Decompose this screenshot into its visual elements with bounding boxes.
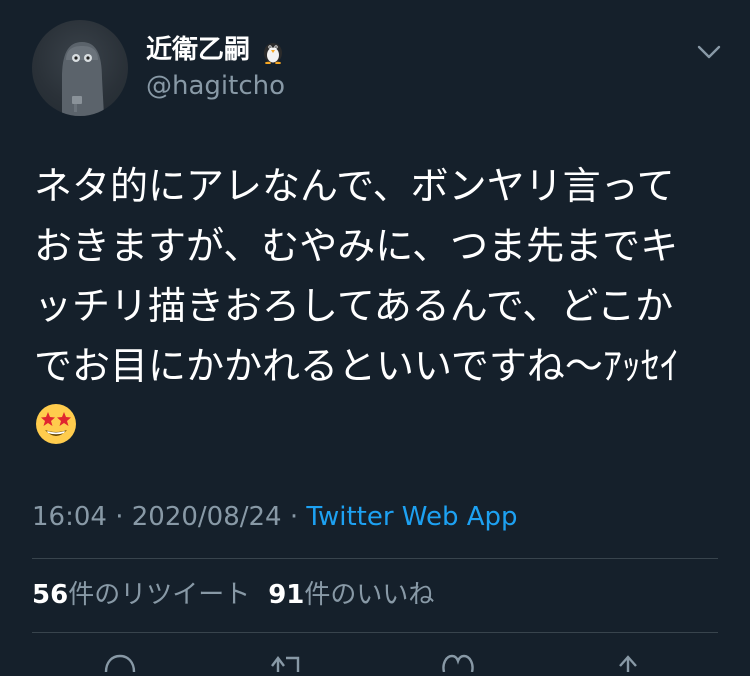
- retweets-count: 56: [32, 580, 69, 610]
- likes-count: 91: [268, 580, 305, 610]
- likes-stat[interactable]: 91件のいいね: [268, 580, 434, 610]
- divider: [32, 558, 718, 559]
- tweet-text-line: おきますが、むやみに、つま先までキ: [34, 224, 679, 268]
- meta-separator: ·: [106, 502, 132, 532]
- tweet-stats: 56件のリツイート 91件のいいね: [32, 578, 434, 612]
- retweet-icon[interactable]: [268, 652, 308, 672]
- tweet-metadata: 16:04 · 2020/08/24 · Twitter Web App: [32, 500, 518, 534]
- tweet-text-line: ッチリ描きおろしてあるんで、どこか: [34, 284, 674, 328]
- tweet-time[interactable]: 16:04: [32, 502, 107, 532]
- tweet-date[interactable]: 2020/08/24: [132, 502, 282, 532]
- likes-label: 件のいいね: [304, 580, 435, 610]
- tweet-actions-bar: [0, 652, 750, 673]
- retweets-stat[interactable]: 56件のリツイート: [32, 580, 250, 610]
- tweet-text: ネタ的にアレなんで、ボンヤリ言って おきますが、むやみに、つま先までキ ッチリ描…: [34, 156, 724, 396]
- tweet-source-link[interactable]: Twitter Web App: [306, 502, 517, 532]
- like-icon[interactable]: [438, 652, 478, 673]
- chevron-down-icon[interactable]: [694, 40, 724, 64]
- tweet-detail: 近衛乙嗣 @hagitcho ネタ的にアレなんで、ボンヤリ言って おきますが、む…: [0, 0, 750, 673]
- star-struck-icon: [34, 402, 78, 446]
- avatar[interactable]: [32, 20, 128, 116]
- author-display-name[interactable]: 近衛乙嗣: [146, 34, 250, 66]
- share-icon[interactable]: [608, 652, 648, 672]
- retweets-label: 件のリツイート: [68, 580, 251, 610]
- divider: [32, 632, 718, 633]
- tweet-text-line: ネタ的にアレなんで、ボンヤリ言って: [34, 164, 675, 208]
- author-name-row[interactable]: 近衛乙嗣: [146, 34, 288, 66]
- reply-icon[interactable]: [100, 652, 140, 673]
- author-handle[interactable]: @hagitcho: [146, 70, 285, 102]
- penguin-icon: [258, 36, 288, 65]
- meta-separator: ·: [281, 502, 307, 532]
- tweet-text-line: でお目にかかれるといいですね〜ｱｯｾｲ: [34, 344, 679, 388]
